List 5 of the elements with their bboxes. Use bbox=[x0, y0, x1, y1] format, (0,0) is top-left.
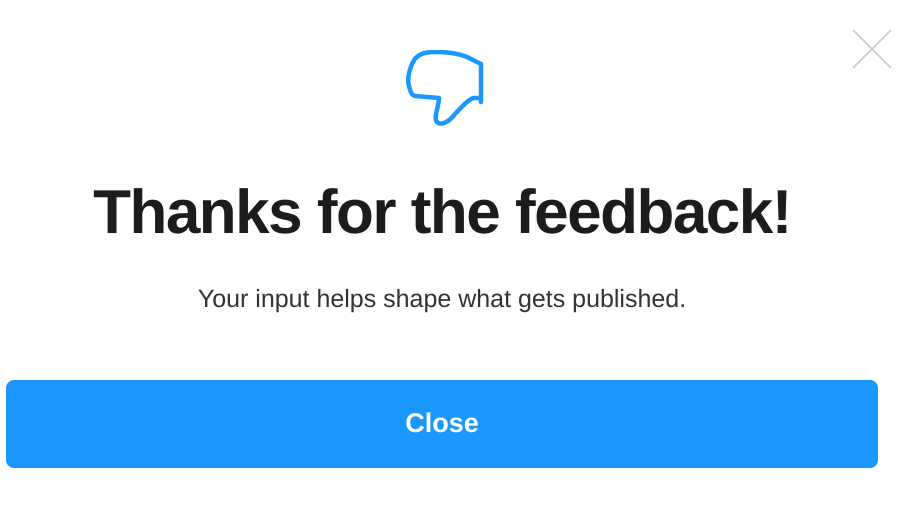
thumbs-down-icon bbox=[405, 50, 485, 126]
dialog-message: Your input helps shape what gets published. bbox=[198, 284, 686, 316]
dialog-title: Thanks for the feedback! bbox=[93, 177, 791, 249]
close-button[interactable]: Close bbox=[6, 380, 878, 468]
close-icon[interactable] bbox=[852, 29, 892, 69]
